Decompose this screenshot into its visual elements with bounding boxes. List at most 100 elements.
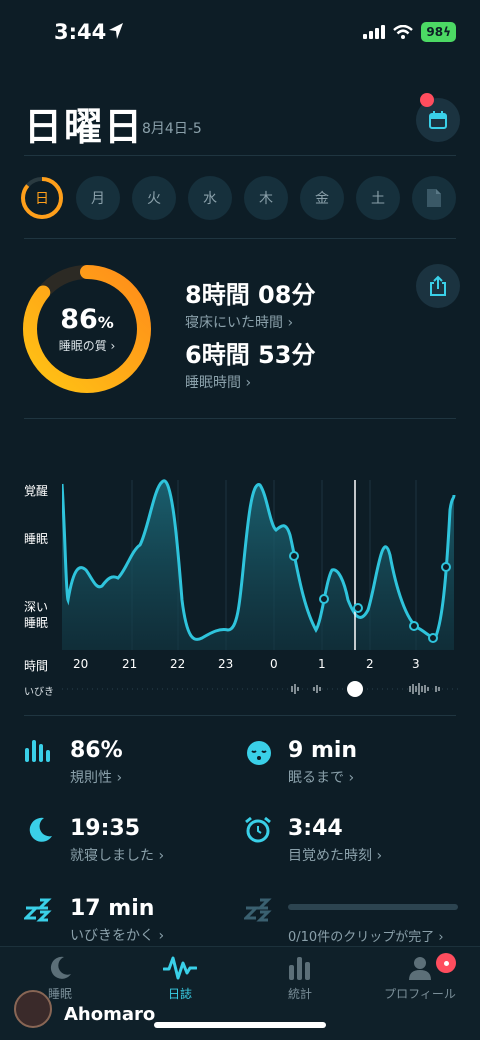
day-monday[interactable]: 月 [76,176,120,220]
divider [24,238,456,239]
y-label-sleep: 睡眠 [24,532,49,546]
regularity-stat[interactable]: 86% 規則性 › [70,738,123,787]
day-thursday[interactable]: 木 [244,176,288,220]
clips-progress-label[interactable]: 0/10件のクリップが完了 › [288,926,444,945]
waveform-icon [163,956,197,980]
x-tick-23: 23 [218,657,234,671]
home-indicator [154,1022,326,1028]
tab-journal-label: 日誌 [167,987,192,1001]
divider [24,155,456,156]
sleep-duration[interactable]: 6時間 53分 睡眠時間 › [185,335,315,392]
sleep-duration-label: 睡眠時間 › [185,375,252,391]
divider [24,715,456,716]
sleep-quality-label: 睡眠の質 › [58,339,116,353]
alarm-clock-icon [245,816,271,843]
clips-zzz-icon [244,898,272,922]
badge-dot [443,960,449,966]
sleep-quality-number: 86 [60,304,98,335]
sleep-quality-value[interactable]: 86% 睡眠の質 › [22,304,152,354]
x-tick-21: 21 [122,657,138,671]
notification-dot [420,93,434,107]
time-to-sleep-value: 9 min [288,738,358,763]
x-tick-2: 2 [366,657,374,671]
x-tick-20: 20 [73,657,89,671]
bar-chart-icon [289,957,310,980]
x-axis-title: 時間 [24,659,49,673]
day-label: 土 [371,191,385,207]
day-label: 水 [203,191,217,207]
profile-badge [436,953,456,973]
time-in-bed-label: 寝床にいた時間 › [185,315,294,331]
calendar-icon [429,111,447,129]
snoring-label: いびきをかく › [70,928,165,944]
wifi-icon [393,25,414,39]
location-arrow-icon [109,23,123,39]
x-tick-3: 3 [412,657,420,671]
person-icon [409,957,431,980]
page-title: 日曜日 [24,105,145,149]
time-to-sleep-stat[interactable]: 9 min 眠るまで › [288,738,357,787]
clips-progress-bar [288,904,458,910]
share-button[interactable] [416,264,460,308]
bedtime-value: 19:35 [70,816,141,841]
time-in-bed[interactable]: 8時間 08分 寝床にいた時間 › [185,275,315,332]
time-in-bed-value: 8時間 08分 [185,281,316,309]
snoring-stat[interactable]: 17 min いびきをかく › [70,896,164,945]
x-tick-22: 22 [170,657,186,671]
regularity-label: 規則性 › [70,770,123,786]
cellular-signal-icon [363,25,386,39]
divider [24,418,456,419]
moon-icon [29,817,52,842]
tab-profile[interactable]: プロフィール [360,955,480,1002]
document-icon [427,189,441,207]
sleep-duration-value: 6時間 53分 [185,341,316,369]
day-label: 木 [259,191,273,207]
date-range: 8月4日-5 [142,121,202,137]
notes-button[interactable] [412,176,456,220]
share-icon [430,275,446,296]
day-sunday[interactable]: 日 [20,176,64,220]
snoring-value: 17 min [70,896,155,921]
status-icons: 98ϟ [363,22,456,42]
tab-journal[interactable]: 日誌 [120,955,240,1002]
bedtime-label: 就寝しました › [70,848,165,864]
sleepy-face-icon [247,741,271,765]
watermark-text: Ahomaro [64,1004,156,1025]
x-tick-1: 1 [318,657,326,671]
snore-timeline[interactable] [62,680,460,698]
day-label: 日 [35,191,49,207]
sleep-quality-unit: % [97,313,114,332]
day-selector: 日 月 火 水 木 金 土 [20,176,456,220]
watermark-avatar [14,990,52,1028]
regularity-value: 86% [70,738,123,763]
tab-stats[interactable]: 統計 [240,955,360,1002]
battery-level: 98 [426,25,444,39]
tab-sleep-label: 睡眠 [47,987,72,1001]
day-label: 火 [147,191,161,207]
bedtime-stat[interactable]: 19:35 就寝しました › [70,816,164,865]
time-to-sleep-label: 眠るまで › [288,770,355,786]
day-friday[interactable]: 金 [300,176,344,220]
snore-row-label: いびき [24,687,54,698]
sleep-stage-chart[interactable] [62,470,460,660]
day-label: 金 [315,191,329,207]
y-label-deep-1: 深い [24,600,49,614]
day-tuesday[interactable]: 火 [132,176,176,220]
tab-sleep[interactable]: 睡眠 [0,955,120,1002]
x-tick-0: 0 [270,657,278,671]
day-saturday[interactable]: 土 [356,176,400,220]
snore-zzz-icon [24,898,52,922]
tab-stats-label: 統計 [287,987,312,1001]
wake-time-label: 目覚めた時刻 › [288,848,383,864]
tab-profile-label: プロフィール [384,987,456,1001]
day-wednesday[interactable]: 水 [188,176,232,220]
charging-bolt-icon: ϟ [443,25,451,39]
day-label: 月 [91,191,105,207]
y-label-awake: 覚醒 [24,484,49,498]
status-time: 3:44 [54,20,107,44]
battery-indicator: 98ϟ [421,22,456,42]
wake-time-value: 3:44 [288,816,343,841]
moon-icon [50,956,71,979]
wake-time-stat[interactable]: 3:44 目覚めた時刻 › [288,816,382,865]
y-label-deep-2: 睡眠 [24,616,49,630]
